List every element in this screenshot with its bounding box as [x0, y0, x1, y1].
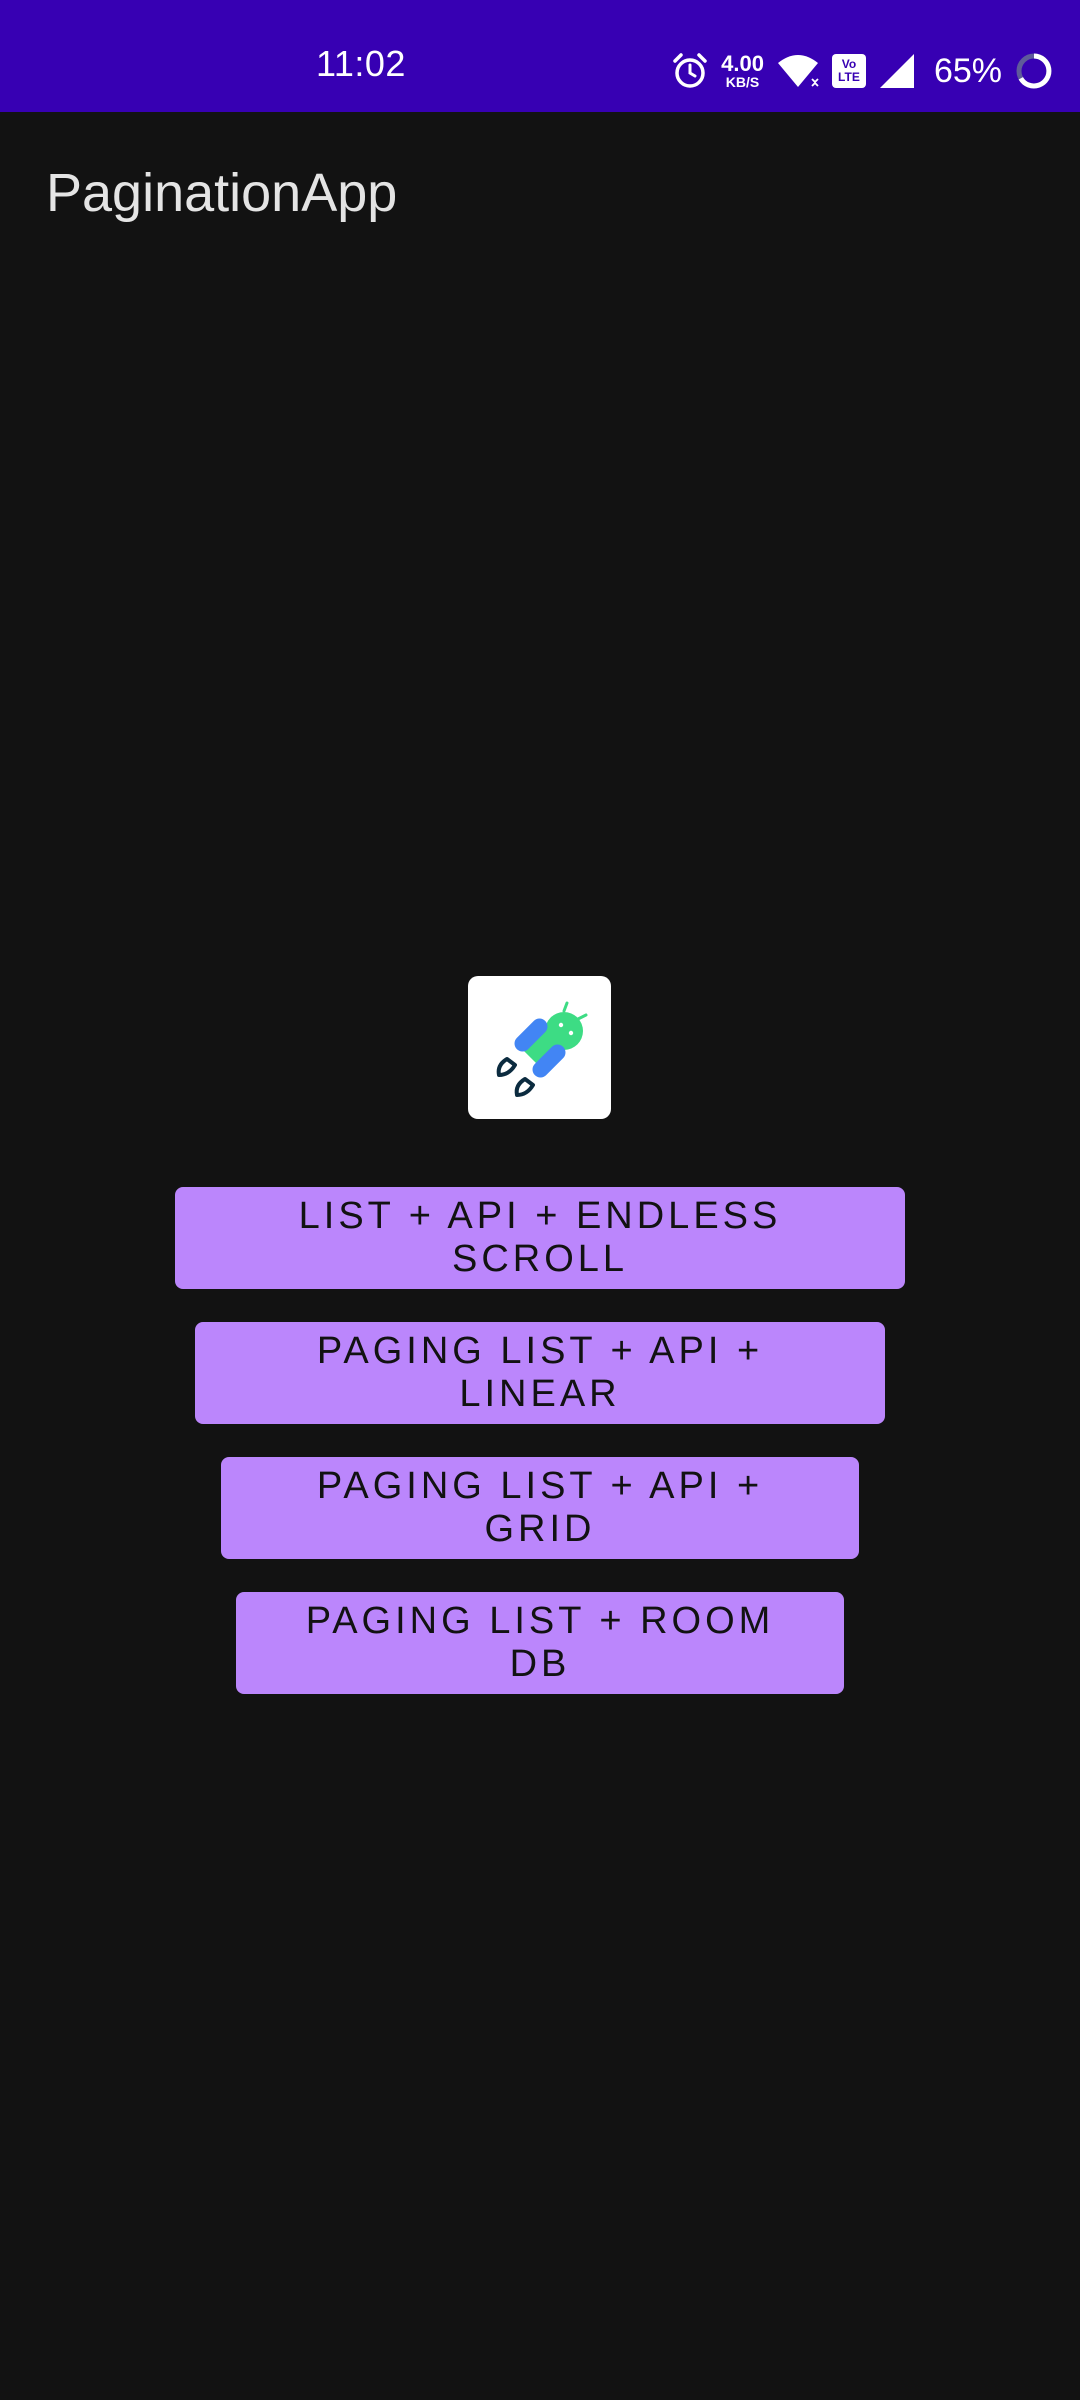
paging-list-room-db-button[interactable]: PAGING LIST + ROOM DB — [236, 1592, 844, 1694]
app-title: PaginationApp — [46, 163, 398, 223]
android-jetpack-logo — [468, 976, 611, 1119]
paging-list-api-linear-button[interactable]: PAGING LIST + API + LINEAR — [195, 1322, 885, 1424]
status-time: 11:02 — [316, 43, 406, 84]
paging-list-api-grid-button[interactable]: PAGING LIST + API + GRID — [221, 1457, 859, 1559]
network-speed: 4.00 KB/S — [721, 51, 764, 90]
battery-icon — [1014, 51, 1054, 91]
network-speed-unit: KB/S — [725, 74, 760, 90]
battery-percentage: 65% — [933, 51, 1002, 90]
alarm-icon — [671, 52, 709, 90]
button-list: LIST + API + ENDLESS SCROLL PAGING LIST … — [0, 1187, 1080, 1727]
network-speed-value: 4.00 — [721, 51, 764, 76]
app-bar: PaginationApp — [0, 112, 1080, 278]
status-bar: 11:02 4.00 KB/S Vo LTE 65% — [0, 0, 1080, 112]
screen: 11:02 4.00 KB/S Vo LTE 65% PaginationApp… — [0, 0, 1080, 2400]
wifi-icon — [776, 53, 820, 89]
status-icons: 4.00 KB/S Vo LTE 65% — [671, 46, 1054, 96]
list-api-endless-scroll-button[interactable]: LIST + API + ENDLESS SCROLL — [175, 1187, 905, 1289]
volte-icon: Vo LTE — [831, 54, 866, 88]
rocket-android-icon — [496, 1001, 587, 1097]
volte-bottom: LTE — [838, 70, 860, 84]
signal-icon — [878, 52, 916, 90]
